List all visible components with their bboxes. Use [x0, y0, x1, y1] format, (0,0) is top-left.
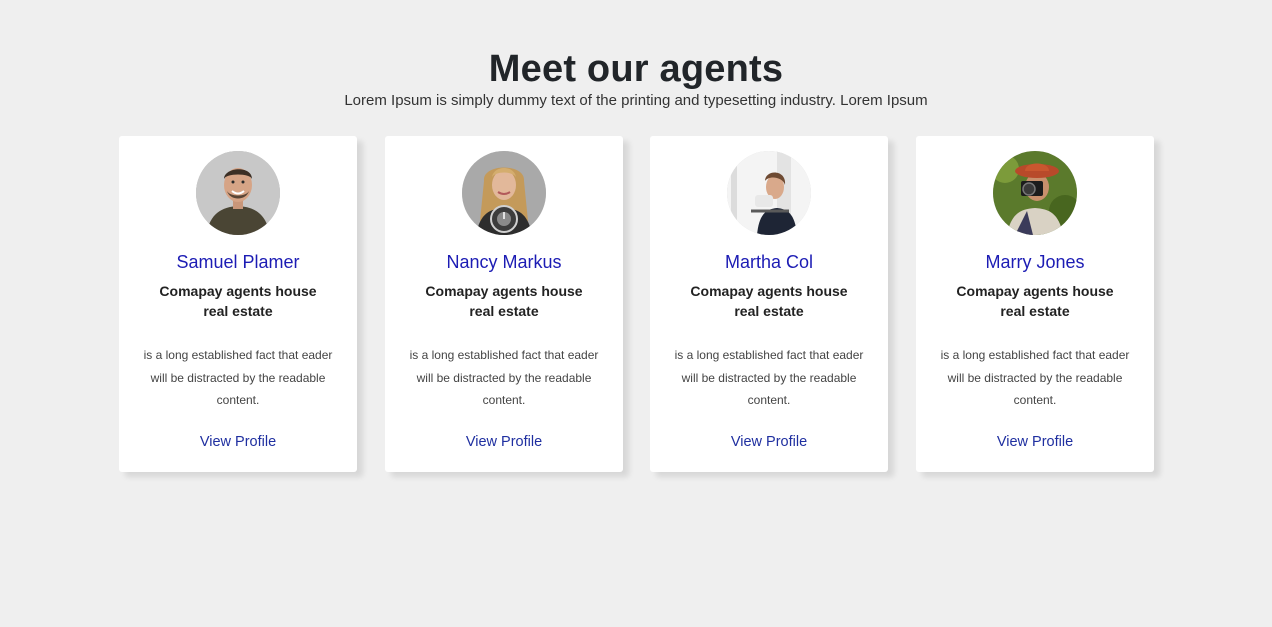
- agent-description: is a long established fact that eader wi…: [940, 348, 1130, 407]
- agent-card: Nancy Markus Comapay agents house real e…: [385, 136, 623, 472]
- view-profile-link[interactable]: View Profile: [916, 432, 1154, 452]
- agent-company: Comapay agents house real estate: [425, 283, 583, 319]
- agent-description: is a long established fact that eader wi…: [409, 348, 599, 407]
- agents-section: Meet our agents Lorem Ipsum is simply du…: [0, 0, 1272, 627]
- avatar: [462, 151, 546, 235]
- avatar: [727, 151, 811, 235]
- agent-name: Nancy Markus: [446, 252, 562, 272]
- agent-company: Comapay agents house real estate: [956, 283, 1114, 319]
- view-profile-link[interactable]: View Profile: [119, 432, 357, 452]
- agent-card: Martha Col Comapay agents house real est…: [650, 136, 888, 472]
- agent-company: Comapay agents house real estate: [690, 283, 848, 319]
- agent-description: is a long established fact that eader wi…: [143, 348, 333, 407]
- avatar: [993, 151, 1077, 235]
- view-profile-link[interactable]: View Profile: [650, 432, 888, 452]
- agent-card: Samuel Plamer Comapay agents house real …: [119, 136, 357, 472]
- agent-name: Marry Jones: [985, 252, 1085, 272]
- agent-name: Samuel Plamer: [176, 252, 300, 272]
- agent-card: Marry Jones Comapay agents house real es…: [916, 136, 1154, 472]
- agent-company: Comapay agents house real estate: [159, 283, 317, 319]
- agent-description: is a long established fact that eader wi…: [674, 348, 864, 407]
- view-profile-link[interactable]: View Profile: [385, 432, 623, 452]
- page-subtitle: Lorem Ipsum is simply dummy text of the …: [344, 92, 928, 109]
- page-title: Meet our agents: [488, 48, 784, 90]
- agent-cards: Samuel Plamer Comapay agents house real …: [119, 136, 1155, 476]
- agent-name: Martha Col: [724, 252, 814, 272]
- avatar: [196, 151, 280, 235]
